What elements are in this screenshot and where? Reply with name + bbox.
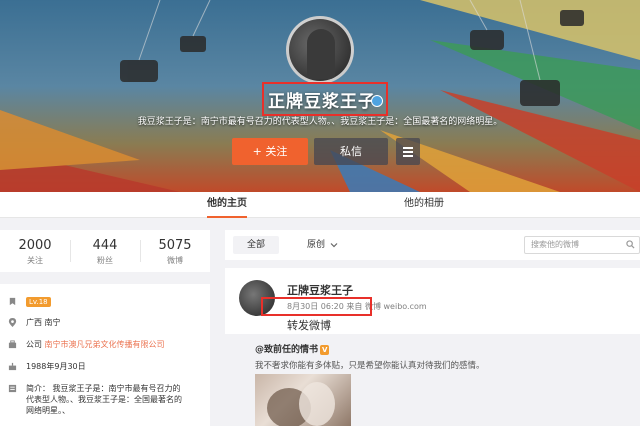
company-link[interactable]: 南宁市澳凡兄弟文化传播有限公司 bbox=[45, 340, 165, 349]
profile-tabbar: 他的主页 他的相册 bbox=[0, 192, 640, 218]
repost-text: 我不奢求你能有多体贴，只是希望你能认真对待我们的感情。 bbox=[255, 361, 485, 371]
location-text: 广西 南宁 bbox=[26, 318, 61, 327]
filter-original-label: 原创 bbox=[307, 240, 326, 250]
repost-author-name: @致前任的情书 bbox=[255, 345, 319, 355]
repost-block: @致前任的情书 V 我不奢求你能有多体贴，只是希望你能认真对待我们的感情。 bbox=[225, 334, 640, 426]
repost-image[interactable] bbox=[255, 374, 351, 426]
profile-info-panel: Lv.18 广西 南宁 公司 南宁市澳凡兄弟文化传播有限公司 1988年9月30… bbox=[0, 284, 210, 426]
stat-following[interactable]: 2000 关注 bbox=[0, 230, 70, 272]
post-author[interactable]: 正牌豆浆王子 bbox=[287, 282, 353, 298]
search-icon[interactable] bbox=[626, 240, 635, 249]
profile-name: 正牌豆浆王子 bbox=[268, 92, 376, 112]
message-button[interactable]: 私信 bbox=[314, 138, 388, 165]
birthday-text: 1988年9月30日 bbox=[26, 362, 86, 371]
post-source[interactable]: 微博 weibo.com bbox=[365, 302, 427, 311]
verified-icon bbox=[371, 95, 383, 107]
tab-album[interactable]: 他的相册 bbox=[404, 192, 444, 218]
level-icon bbox=[9, 297, 16, 306]
feed-filter-bar: 全部 原创 搜索他的微博 bbox=[225, 230, 640, 260]
profile-cover: 正牌豆浆王子 我豆浆王子是：南宁市最有号召力的代表型人物。、我豆浆王子是：全国最… bbox=[0, 0, 640, 192]
profile-bio: 我豆浆王子是：南宁市最有号召力的代表型人物。、我豆浆王子是：全国最著名的网络明星… bbox=[137, 117, 503, 127]
post-text: 转发微博 bbox=[287, 319, 331, 332]
filter-original[interactable]: 原创 bbox=[307, 236, 338, 254]
birthday-icon bbox=[8, 362, 17, 371]
highlight-box-time bbox=[261, 297, 372, 316]
search-input[interactable]: 搜索他的微博 bbox=[524, 236, 640, 254]
stat-label: 微博 bbox=[167, 256, 183, 265]
location-icon bbox=[8, 318, 17, 327]
company-prefix: 公司 bbox=[26, 340, 42, 349]
intro-line: 简介： 我豆浆王子是：南宁市最有号召力的 bbox=[26, 384, 181, 393]
stat-value: 444 bbox=[92, 238, 118, 253]
stat-posts[interactable]: 5075 微博 bbox=[140, 230, 210, 272]
level-badge[interactable]: Lv.18 bbox=[26, 297, 51, 307]
menu-icon[interactable] bbox=[396, 138, 420, 165]
post-card: 正牌豆浆王子 8月30日 06:20 来自 微博 weibo.com 转发微博 … bbox=[225, 268, 640, 426]
repost-author[interactable]: @致前任的情书 V bbox=[255, 342, 330, 355]
company-icon bbox=[8, 340, 17, 349]
filter-all[interactable]: 全部 bbox=[233, 236, 280, 254]
stat-label: 关注 bbox=[27, 256, 43, 265]
search-placeholder: 搜索他的微博 bbox=[531, 240, 579, 249]
stat-value: 2000 bbox=[18, 238, 52, 253]
stat-label: 粉丝 bbox=[97, 256, 113, 265]
intro-icon bbox=[8, 384, 17, 393]
stat-value: 5075 bbox=[158, 238, 192, 253]
photo-image bbox=[267, 382, 335, 426]
tab-home[interactable]: 他的主页 bbox=[207, 192, 247, 218]
intro-line: 网络明星。、 bbox=[26, 406, 70, 415]
profile-avatar[interactable] bbox=[286, 16, 354, 84]
stat-followers[interactable]: 444 粉丝 bbox=[70, 230, 140, 272]
intro-line: 代表型人物。、我豆浆王子是：全国最著名的 bbox=[26, 395, 182, 404]
verified-badge: V bbox=[320, 345, 330, 355]
chevron-down-icon bbox=[330, 242, 338, 247]
stats-panel: 2000 关注 444 粉丝 5075 微博 bbox=[0, 230, 210, 272]
follow-button[interactable]: + 关注 bbox=[232, 138, 308, 165]
